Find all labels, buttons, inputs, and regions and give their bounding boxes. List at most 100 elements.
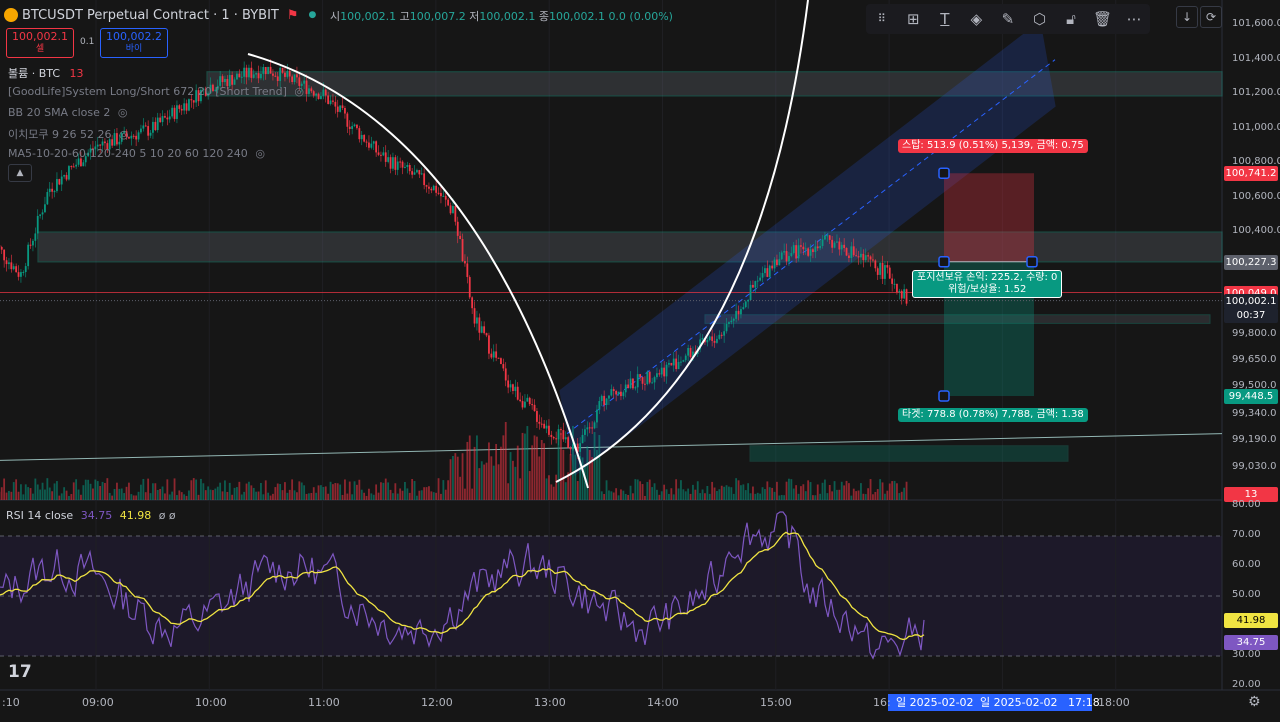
eye-hidden-icon[interactable]: ◎ [255,147,265,160]
volume-bar [209,489,212,500]
volume-bar [620,489,622,500]
main-chart-svg[interactable] [0,0,1280,722]
volume-bar [886,490,889,500]
volume-bar [747,483,750,500]
candle-body [0,246,3,250]
price-tick-label: 99,030.0 [1232,461,1277,473]
volume-legend[interactable]: 볼륨 · BTC 13 [8,65,84,81]
volume-bar [392,493,394,500]
eye-hidden-icon[interactable]: ◎ [118,106,128,119]
volume-bar [456,456,459,500]
volume-bar [824,479,826,500]
drag-handle-icon[interactable]: ⠿ [872,9,892,29]
sell-button[interactable]: 100,002.1 셀 [6,28,74,58]
time-tick-label: :10 [2,696,20,709]
fullscreen-button[interactable]: ⟳ [1200,6,1222,28]
buy-button[interactable]: 100,002.2 바이 [100,28,168,58]
more-icon[interactable]: ⋯ [1124,9,1144,29]
text-icon[interactable]: T [935,9,955,29]
candle-body [152,121,154,133]
brush-icon[interactable]: ✎ [998,9,1018,29]
volume-bar [17,491,20,500]
settings-gear-icon[interactable]: ⚙ [1248,694,1261,710]
volume-bar [173,478,176,500]
eye-hidden-icon[interactable]: ◎ [294,85,304,98]
candle-body [281,67,284,73]
collapse-legend-button[interactable]: ▲ [8,164,32,182]
stop-zone [944,173,1034,262]
volume-bar [905,481,908,500]
volume-bar [197,494,200,500]
candle-body [821,239,824,246]
pnl-label[interactable]: 포지션보유 손익: 225.2, 수량: 0 위험/보상율: 1.52 [912,270,1063,298]
candle-body [778,259,781,266]
candle-body [828,235,831,240]
volume-bar [346,493,349,500]
volume-bar [113,488,116,500]
candle-body [44,204,46,213]
candle-body [624,384,627,393]
candle-body [548,425,550,435]
eye-hidden-icon[interactable]: ◎ [119,128,129,141]
goodlife-legend[interactable]: [GoodLife]System Long/Short 672 20 [Shor… [8,85,304,98]
ichimoku-legend[interactable]: 이치모쿠 9 26 52 26 ◎ [8,126,129,142]
volume-bar [344,479,346,500]
volume-bar [183,494,186,500]
tradingview-logo[interactable]: 17 [8,662,32,682]
candle-body [101,141,104,146]
lock-icon[interactable]: 🔓︎ [1061,9,1081,29]
bb-legend[interactable]: BB 20 SMA close 2 ◎ [8,106,128,119]
fill-icon[interactable]: ◈ [966,9,986,29]
candle-body [788,256,790,262]
ohlc-close-key: 종 [538,10,549,23]
volume-bar [171,491,174,500]
time-tick-label: 09:00 [82,696,114,709]
scroll-down-button[interactable]: ↓ [1176,6,1198,28]
candle-body [442,195,445,197]
candle-body [526,397,529,402]
volume-bar [468,435,471,500]
volume-bar [612,492,615,500]
candle-body [545,425,548,429]
chart-stage[interactable] [0,0,1280,722]
volume-bar [166,479,169,500]
rsi-legend[interactable]: RSI 14 close 34.75 41.98 ø ø [6,509,176,522]
volume-bar [576,481,579,500]
volume-bar [478,468,481,500]
candle-body [512,384,514,391]
candle-body [838,241,841,250]
candle-body [75,164,78,167]
candle-body [348,126,351,129]
volume-bar [312,487,315,500]
rsi-tick-label: 80.00 [1232,499,1261,510]
candle-body [579,443,582,452]
candle-body [840,244,843,250]
candle-body [905,289,908,304]
volume-bar [382,482,385,500]
volume-bar [821,482,824,500]
volume-bar [682,489,685,500]
target-label[interactable]: 타겟: 778.8 (0.78%) 7,788, 금액: 1.38 [898,408,1088,422]
candle-body [814,246,817,253]
candle-body [375,141,378,153]
volume-bar [44,489,46,500]
volume-bar [380,482,382,500]
candle-body [135,135,138,140]
ohlc-change: 0.0 (0.00%) [608,10,673,23]
candle-body [449,205,452,214]
trash-icon[interactable]: 🗑︎ [1093,9,1113,29]
template-icon[interactable]: ⊞ [903,9,923,29]
stop-label[interactable]: 스탑: 513.9 (0.51%) 5,139, 금액: 0.75 [898,139,1088,153]
settings-icon[interactable]: ⬡ [1030,9,1050,29]
volume-bar [188,490,190,500]
candle-body [221,76,224,83]
volume-bar [730,487,733,500]
ma-legend[interactable]: MA5-10-20-60-120-240 5 10 20 60 120 240 … [8,147,265,160]
candle-body [682,360,685,362]
volume-bar [240,494,243,500]
volume-bar [111,495,114,500]
symbol-title[interactable]: BTCUSDT Perpetual Contract · 1 · BYBIT [22,8,279,23]
flag-icon[interactable]: ⚑ [287,8,299,23]
rsi-tick-label: 70.00 [1232,529,1261,540]
candle-body [586,427,589,430]
